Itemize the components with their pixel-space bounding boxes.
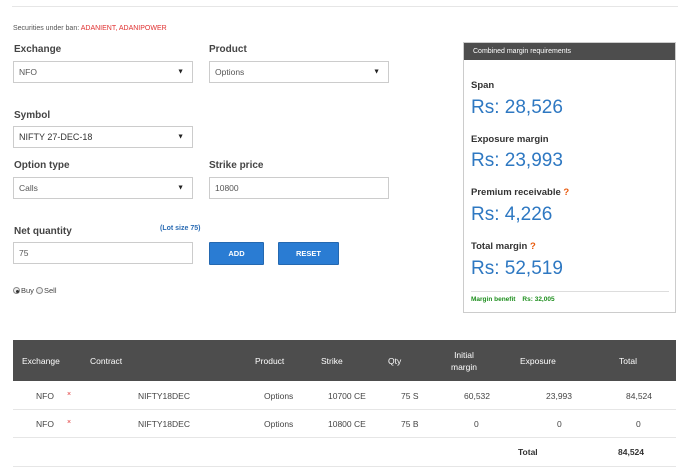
footer-total-label: Total — [518, 447, 538, 457]
combined-margin-panel: Combined margin requirements Span Rs: 28… — [463, 42, 676, 313]
lot-size: (Lot size 75) — [160, 225, 201, 232]
symbol-label: Symbol — [14, 110, 51, 121]
add-button[interactable]: ADD — [209, 242, 264, 265]
option-type-select[interactable]: Calls ▼ — [13, 177, 193, 199]
col-exchange: Exchange — [22, 356, 60, 366]
row1-exchange: NFO — [36, 391, 54, 401]
caret-down-icon: ▼ — [177, 133, 184, 141]
span-label: Span — [471, 80, 495, 91]
row1-product: Options — [264, 391, 294, 401]
row1-total: 84,524 — [626, 391, 652, 401]
margin-benefit: Margin benefit Rs: 32,005 — [471, 296, 555, 303]
exchange-value: NFO — [19, 67, 37, 77]
ban-label: Securities under ban: — [13, 25, 80, 32]
row1-strike: 10700 CE — [328, 391, 366, 401]
margin-benefit-value: Rs: 32,005 — [522, 296, 555, 303]
sell-label: Sell — [44, 286, 57, 295]
ban-list: ADANIENT, ADANIPOWER — [80, 25, 167, 32]
ban-notice: Securities under ban: ADANIENT, ADANIPOW… — [13, 25, 167, 32]
product-select[interactable]: Options ▼ — [209, 61, 389, 83]
row2-contract: NIFTY18DEC — [138, 419, 190, 429]
option-type-value: Calls — [19, 183, 38, 193]
row2-total: 0 — [636, 419, 641, 429]
symbol-select[interactable]: NIFTY 27-DEC-18 ▼ — [13, 126, 193, 148]
total-margin-value: Rs: 52,519 — [471, 258, 563, 279]
row1-contract: NIFTY18DEC — [138, 391, 190, 401]
strike-price-label: Strike price — [209, 160, 264, 171]
close-icon[interactable]: × — [67, 391, 71, 398]
col-total: Total — [619, 356, 637, 366]
caret-down-icon: ▼ — [177, 68, 184, 76]
row-divider — [13, 409, 676, 410]
row1-initial: 60,532 — [464, 391, 490, 401]
product-label: Product — [209, 44, 247, 55]
row2-product: Options — [264, 419, 294, 429]
product-value: Options — [215, 67, 245, 77]
span-value: Rs: 28,526 — [471, 97, 563, 118]
total-margin-label: Total margin ? — [471, 241, 536, 252]
col-strike: Strike — [321, 356, 343, 366]
exchange-select[interactable]: NFO ▼ — [13, 61, 193, 83]
symbol-value: NIFTY 27-DEC-18 — [19, 132, 93, 142]
col-initial-line2: margin — [451, 362, 477, 372]
col-initial-margin: Initial margin — [451, 349, 477, 373]
margin-benefit-label: Margin benefit — [471, 296, 516, 303]
question-icon[interactable]: ? — [563, 187, 569, 198]
exposure-label: Exposure margin — [471, 134, 549, 145]
panel-title: Combined margin requirements — [464, 43, 675, 60]
sell-radio[interactable]: Sell — [36, 286, 57, 295]
row1-qty: 75 S — [401, 391, 419, 401]
exchange-label: Exchange — [14, 44, 62, 55]
footer-total-value: 84,524 — [618, 447, 644, 457]
premium-label: Premium receivable ? — [471, 187, 569, 198]
total-margin-label-text: Total margin — [471, 241, 528, 252]
col-qty: Qty — [388, 356, 402, 366]
strike-price-input[interactable]: 10800 — [209, 177, 389, 199]
row-divider — [13, 466, 676, 467]
panel-divider — [471, 291, 669, 292]
buy-label: Buy — [21, 286, 34, 295]
net-quantity-input[interactable]: 75 — [13, 242, 193, 264]
caret-down-icon: ▼ — [373, 68, 380, 76]
row2-exchange: NFO — [36, 419, 54, 429]
row1-exposure: 23,993 — [546, 391, 572, 401]
row2-initial: 0 — [474, 419, 479, 429]
radio-unselected-icon — [36, 287, 43, 294]
col-product: Product — [255, 356, 285, 366]
top-divider — [12, 6, 678, 7]
buy-radio[interactable]: Buy — [13, 286, 34, 295]
caret-down-icon: ▼ — [177, 184, 184, 192]
row2-strike: 10800 CE — [328, 419, 366, 429]
strike-price-value: 10800 — [215, 183, 239, 193]
radio-selected-icon — [13, 287, 20, 294]
net-quantity-label: Net quantity — [14, 226, 72, 237]
premium-value: Rs: 4,226 — [471, 204, 553, 225]
row2-qty: 75 B — [401, 419, 419, 429]
exposure-value: Rs: 23,993 — [471, 150, 563, 171]
col-initial-line1: Initial — [454, 350, 474, 360]
col-contract: Contract — [90, 356, 123, 366]
row-divider — [13, 437, 676, 438]
net-quantity-value: 75 — [19, 248, 29, 258]
reset-button[interactable]: RESET — [278, 242, 339, 265]
col-exposure: Exposure — [520, 356, 556, 366]
close-icon[interactable]: × — [67, 419, 71, 426]
question-icon[interactable]: ? — [530, 241, 536, 252]
option-type-label: Option type — [14, 160, 70, 171]
premium-label-text: Premium receivable — [471, 187, 561, 198]
row2-exposure: 0 — [557, 419, 562, 429]
